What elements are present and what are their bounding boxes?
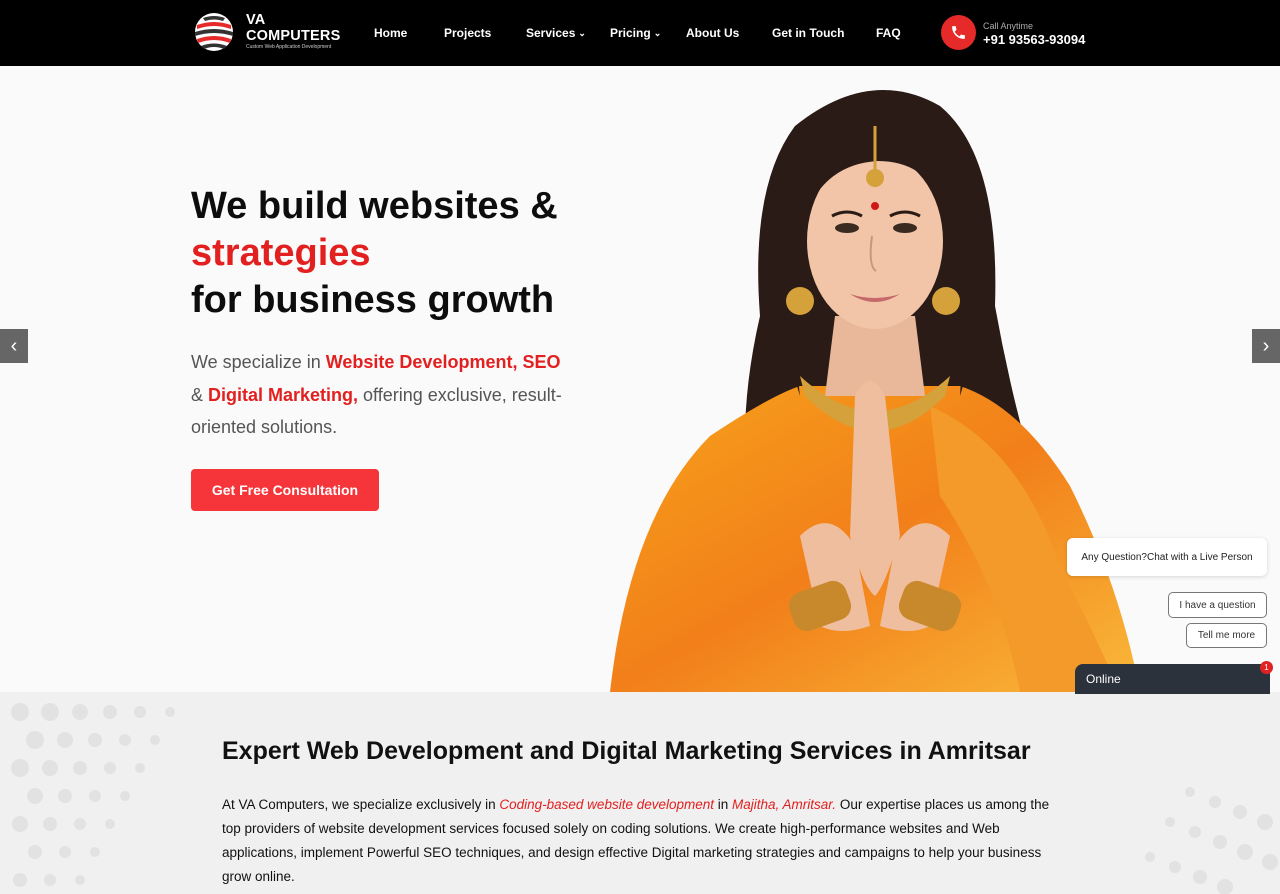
chat-notification-badge: 1 — [1260, 661, 1273, 674]
site-header: VA COMPUTERS Custom Web Application Deve… — [0, 0, 1280, 66]
phone-icon — [952, 26, 965, 39]
hero-headline: We build websites & strategies for busin… — [191, 183, 591, 324]
section-title: Expert Web Development and Digital Marke… — [222, 737, 1031, 765]
intro-section: Expert Web Development and Digital Marke… — [0, 692, 1280, 894]
globe-logo-icon — [195, 13, 233, 51]
phone-number[interactable]: +91 93563-93094 — [983, 32, 1085, 47]
headline-line-3: for business growth — [191, 279, 555, 321]
nav-home[interactable]: Home — [374, 0, 407, 66]
site-logo[interactable]: VA COMPUTERS Custom Web Application Deve… — [193, 9, 343, 55]
nav-get-in-touch[interactable]: Get in Touch — [772, 0, 844, 66]
headline-highlight: strategies — [191, 232, 371, 274]
logo-tagline: Custom Web Application Development — [246, 44, 332, 50]
hero-woman-image — [610, 90, 1140, 692]
chevron-left-icon: ‹ — [10, 334, 18, 357]
call-button[interactable] — [941, 15, 976, 50]
lead-highlight-2: Digital Marketing, — [208, 384, 359, 405]
nav-services[interactable]: Services ⌄ — [526, 0, 586, 66]
chevron-down-icon: ⌄ — [578, 27, 586, 38]
call-anytime-label: Call Anytime — [983, 21, 1034, 31]
chevron-right-icon: › — [1262, 334, 1270, 357]
headline-line-1: We build websites & — [191, 185, 558, 227]
chevron-down-icon: ⌄ — [653, 27, 662, 38]
logo-title: VA COMPUTERS — [246, 12, 341, 44]
nav-projects[interactable]: Projects — [444, 0, 491, 66]
chat-prompt-bubble[interactable]: Any Question?Chat with a Live Person — [1067, 538, 1267, 576]
slider-next-button[interactable]: › — [1252, 329, 1280, 363]
chat-online-bar[interactable]: Online — [1075, 664, 1270, 694]
chat-option-question[interactable]: I have a question — [1168, 592, 1267, 618]
coding-development-link[interactable]: Coding-based website development — [499, 797, 714, 812]
location-link[interactable]: Majitha, Amritsar. — [732, 797, 836, 812]
lead-highlight-1: Website Development, SEO — [325, 352, 561, 372]
slider-prev-button[interactable]: ‹ — [0, 329, 28, 363]
get-free-consultation-button[interactable]: Get Free Consultation — [191, 469, 379, 511]
section-body: At VA Computers, we specialize exclusive… — [222, 797, 1050, 884]
nav-about-us[interactable]: About Us — [686, 0, 739, 66]
nav-pricing[interactable]: Pricing ⌄ — [610, 0, 661, 66]
nav-faq[interactable]: FAQ — [876, 0, 901, 66]
hero-lead: We specialize in Website Development, SE… — [191, 352, 562, 437]
hero-slider: We build websites & strategies for busin… — [0, 66, 1280, 692]
chat-option-tell-me-more[interactable]: Tell me more — [1186, 623, 1267, 648]
